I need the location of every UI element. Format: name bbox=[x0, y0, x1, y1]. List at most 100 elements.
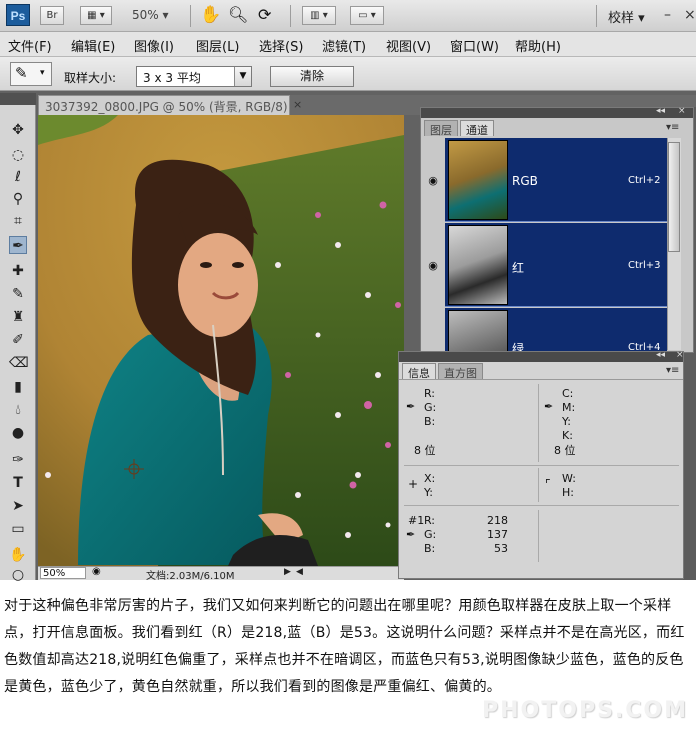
crop-tool-icon[interactable]: ⌗ bbox=[9, 212, 27, 230]
panel-menu-icon[interactable]: ▾≡ bbox=[666, 365, 679, 376]
chevron-down-icon[interactable]: ▼ bbox=[234, 67, 251, 86]
menu-select[interactable]: 选择(S) bbox=[259, 36, 303, 55]
document-size-info: 文档:2.03M/6.10M bbox=[146, 571, 235, 582]
info-k-label: K: bbox=[562, 429, 573, 442]
bridge-button[interactable]: Br bbox=[40, 6, 64, 25]
gradient-tool-icon[interactable]: ▮ bbox=[9, 378, 27, 396]
menu-edit[interactable]: 编辑(E) bbox=[71, 36, 115, 55]
menu-view[interactable]: 视图(V) bbox=[386, 36, 431, 55]
color-sampler-tool-icon[interactable]: ✒ bbox=[9, 236, 27, 254]
document-canvas[interactable] bbox=[38, 115, 404, 566]
channels-scroll-thumb[interactable] bbox=[668, 142, 680, 252]
healing-brush-tool-icon[interactable]: ✚ bbox=[9, 262, 27, 280]
brush-tool-icon[interactable]: ✎ bbox=[9, 285, 27, 303]
history-brush-tool-icon[interactable]: ✐ bbox=[9, 331, 27, 349]
panel-header-strip[interactable] bbox=[421, 108, 693, 118]
channel-shortcut-rgb: Ctrl+2 bbox=[628, 175, 661, 186]
divider bbox=[538, 510, 539, 562]
watermark: PHOTOPS.COM bbox=[482, 698, 689, 723]
shape-tool-icon[interactable]: ▭ bbox=[9, 520, 27, 538]
channel-name-red: 红 bbox=[512, 261, 525, 275]
blur-tool-icon[interactable]: 💧︎ bbox=[9, 401, 27, 419]
zoom-level-dropdown[interactable]: 50% ▾ bbox=[132, 8, 169, 22]
zoom-icon[interactable]: 🔍︎ bbox=[228, 5, 248, 24]
selection-size-icon: ⌜ bbox=[545, 477, 551, 491]
divider bbox=[404, 465, 679, 466]
sample-g-value: 137 bbox=[487, 528, 508, 541]
close-icon[interactable]: × bbox=[293, 98, 302, 111]
info-g-label: G: bbox=[424, 401, 437, 414]
toolbox-header[interactable] bbox=[0, 93, 36, 105]
path-selection-tool-icon[interactable]: ➤ bbox=[9, 497, 27, 515]
tab-info[interactable]: 信息 bbox=[402, 363, 436, 380]
hand-icon[interactable]: ✋ bbox=[200, 5, 221, 25]
menu-file[interactable]: 文件(F) bbox=[8, 36, 52, 55]
document-tab[interactable]: 3037392_0800.JPG @ 50% (背景, RGB/8) * bbox=[38, 95, 290, 115]
divider bbox=[538, 468, 539, 502]
pen-tool-icon[interactable]: ✑ bbox=[9, 451, 27, 469]
close-window-icon[interactable]: × bbox=[684, 7, 696, 23]
menu-layer[interactable]: 图层(L) bbox=[196, 36, 239, 55]
sample-g-label: G: bbox=[424, 528, 437, 541]
status-menu-icon[interactable]: ◉ bbox=[92, 566, 101, 577]
workspace-switcher[interactable]: 校样 ▾ bbox=[608, 7, 645, 26]
info-y-label: Y: bbox=[562, 415, 571, 428]
info-b-label: B: bbox=[424, 415, 436, 428]
close-panel-icon[interactable]: × bbox=[678, 106, 686, 116]
info-r-label: R: bbox=[424, 387, 436, 400]
divider bbox=[404, 505, 679, 506]
view-extras-button[interactable]: ▦ ▾ bbox=[80, 6, 112, 25]
workspace-name: 校样 bbox=[608, 11, 635, 26]
info-x-label: X: bbox=[424, 472, 436, 485]
scroll-left-icon[interactable]: ◀ bbox=[296, 567, 303, 577]
info-w-label: W: bbox=[562, 472, 576, 485]
tab-histogram[interactable]: 直方图 bbox=[438, 363, 483, 380]
quick-selection-tool-icon[interactable]: ⚲ bbox=[9, 190, 27, 208]
panel-menu-icon[interactable]: ▾≡ bbox=[666, 122, 679, 133]
visibility-eye-icon[interactable]: ◉ bbox=[424, 172, 442, 190]
channel-name-rgb: RGB bbox=[512, 174, 538, 188]
arrange-documents-icon[interactable]: ▥ ▾ bbox=[302, 6, 336, 25]
menu-image[interactable]: 图像(I) bbox=[134, 36, 174, 55]
status-zoom-field[interactable]: 50% bbox=[40, 567, 86, 579]
sample-number: #1 bbox=[408, 514, 425, 527]
menu-filter[interactable]: 滤镜(T) bbox=[322, 36, 366, 55]
channel-thumbnail-red bbox=[448, 225, 508, 305]
separator bbox=[190, 5, 191, 27]
close-panel-icon[interactable]: × bbox=[676, 350, 684, 360]
collapse-icon[interactable]: ◂◂ bbox=[656, 106, 665, 116]
eyedropper-icon[interactable]: ✒ bbox=[406, 528, 415, 541]
visibility-eye-icon[interactable]: ◉ bbox=[424, 257, 442, 275]
photoshop-logo: Ps bbox=[6, 4, 30, 26]
type-tool-icon[interactable]: T bbox=[9, 474, 27, 492]
menu-help[interactable]: 帮助(H) bbox=[515, 36, 561, 55]
panel-header-strip[interactable] bbox=[399, 352, 683, 362]
rotate-view-icon[interactable]: ⟳ bbox=[258, 5, 271, 24]
separator bbox=[596, 5, 597, 27]
crosshair-icon: + bbox=[408, 477, 419, 491]
move-tool-icon[interactable]: ✥ bbox=[9, 121, 27, 139]
info-y-coord-label: Y: bbox=[424, 486, 433, 499]
screen-mode-icon[interactable]: ▭ ▾ bbox=[350, 6, 384, 25]
clone-stamp-tool-icon[interactable]: ♜ bbox=[9, 308, 27, 326]
zoom-tool-icon[interactable]: ○ bbox=[9, 566, 27, 584]
marquee-tool-icon[interactable]: ◌ bbox=[9, 146, 27, 164]
tab-layers[interactable]: 图层 bbox=[424, 120, 458, 137]
info-m-label: M: bbox=[562, 401, 576, 414]
eraser-tool-icon[interactable]: ⌫ bbox=[9, 354, 29, 372]
eyedropper-icon[interactable]: ✒ bbox=[406, 400, 415, 413]
chevron-down-icon: ▾ bbox=[40, 68, 45, 78]
tab-channels[interactable]: 通道 bbox=[460, 120, 494, 137]
collapse-icon[interactable]: ◂◂ bbox=[656, 350, 665, 360]
channel-shortcut-red: Ctrl+3 bbox=[628, 260, 661, 271]
minimize-icon[interactable]: – bbox=[664, 7, 671, 23]
dodge-tool-icon[interactable]: ● bbox=[9, 424, 27, 442]
status-arrow-right-icon[interactable]: ▶ bbox=[284, 567, 291, 577]
eyedropper-icon[interactable]: ✒ bbox=[544, 400, 553, 413]
lasso-tool-icon[interactable]: ℓ bbox=[9, 168, 27, 186]
bit-depth-left: 8 位 bbox=[414, 444, 436, 457]
tool-preset-picker[interactable]: ✎ ▾ bbox=[10, 62, 52, 86]
hand-tool-icon[interactable]: ✋ bbox=[9, 546, 27, 564]
menu-window[interactable]: 窗口(W) bbox=[450, 36, 499, 55]
clear-button[interactable]: 清除 bbox=[270, 66, 354, 87]
